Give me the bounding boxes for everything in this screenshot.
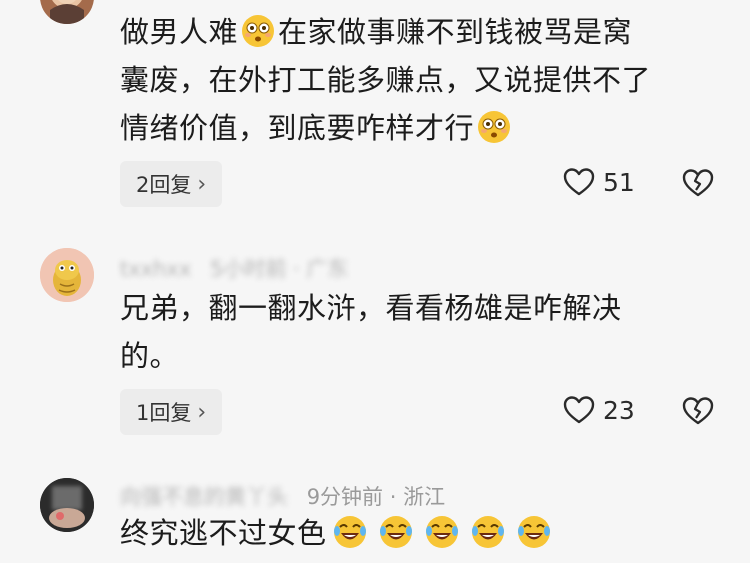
flushed-emoji-icon xyxy=(476,109,512,145)
laughing-crying-emoji-icon xyxy=(332,514,368,550)
broken-heart-icon xyxy=(682,397,714,425)
view-replies-button[interactable]: 2回复 › xyxy=(120,161,223,207)
comment-meta: txxhxx 5小时前 · 广东 xyxy=(120,253,348,283)
laughing-crying-emoji-icon xyxy=(470,514,506,550)
timestamp-location: 5小时前 · 广东 xyxy=(209,257,349,281)
broken-heart-icon xyxy=(682,169,714,197)
comment-feed: 做男人难 在家做事赚不到钱被骂是窝 囊废，在外打工能多赚点，又说提供不了 情绪价… xyxy=(0,0,750,563)
reply-count-label: 2回复 xyxy=(136,173,192,197)
heart-outline-icon xyxy=(563,396,595,424)
dislike-button[interactable] xyxy=(682,168,714,200)
comment-text: 终究逃不过女色 xyxy=(120,509,700,557)
avatar[interactable] xyxy=(40,478,94,532)
avatar[interactable] xyxy=(40,0,94,24)
emoji-group xyxy=(327,516,557,550)
comment-text: 兄弟，翻一翻水浒，看看杨雄是咋解决 的。 xyxy=(120,291,622,373)
flushed-emoji-icon xyxy=(240,13,276,49)
avatar[interactable] xyxy=(40,248,94,302)
like-count: 51 xyxy=(603,167,635,197)
like-button[interactable]: 23 xyxy=(563,395,635,425)
comment-meta: 向强不息的黄丫头 9分钟前 · 浙江 xyxy=(120,481,445,511)
chevron-right-icon: › xyxy=(197,171,207,197)
like-button[interactable]: 51 xyxy=(563,167,635,197)
chevron-right-icon: › xyxy=(197,399,207,425)
laughing-crying-emoji-icon xyxy=(378,514,414,550)
laughing-crying-emoji-icon xyxy=(424,514,460,550)
like-count: 23 xyxy=(603,395,635,425)
timestamp-location: 9分钟前 · 浙江 xyxy=(306,485,446,509)
heart-outline-icon xyxy=(563,168,595,196)
view-replies-button[interactable]: 1回复 › xyxy=(120,389,223,435)
comment-text: 做男人难 在家做事赚不到钱被骂是窝 囊废，在外打工能多赚点，又说提供不了 情绪价… xyxy=(120,13,652,145)
laughing-crying-emoji-icon xyxy=(516,514,552,550)
username[interactable]: 向强不息的黄丫头 xyxy=(120,485,288,509)
reply-count-label: 1回复 xyxy=(136,401,192,425)
username[interactable]: txxhxx xyxy=(120,257,191,281)
dislike-button[interactable] xyxy=(682,396,714,428)
